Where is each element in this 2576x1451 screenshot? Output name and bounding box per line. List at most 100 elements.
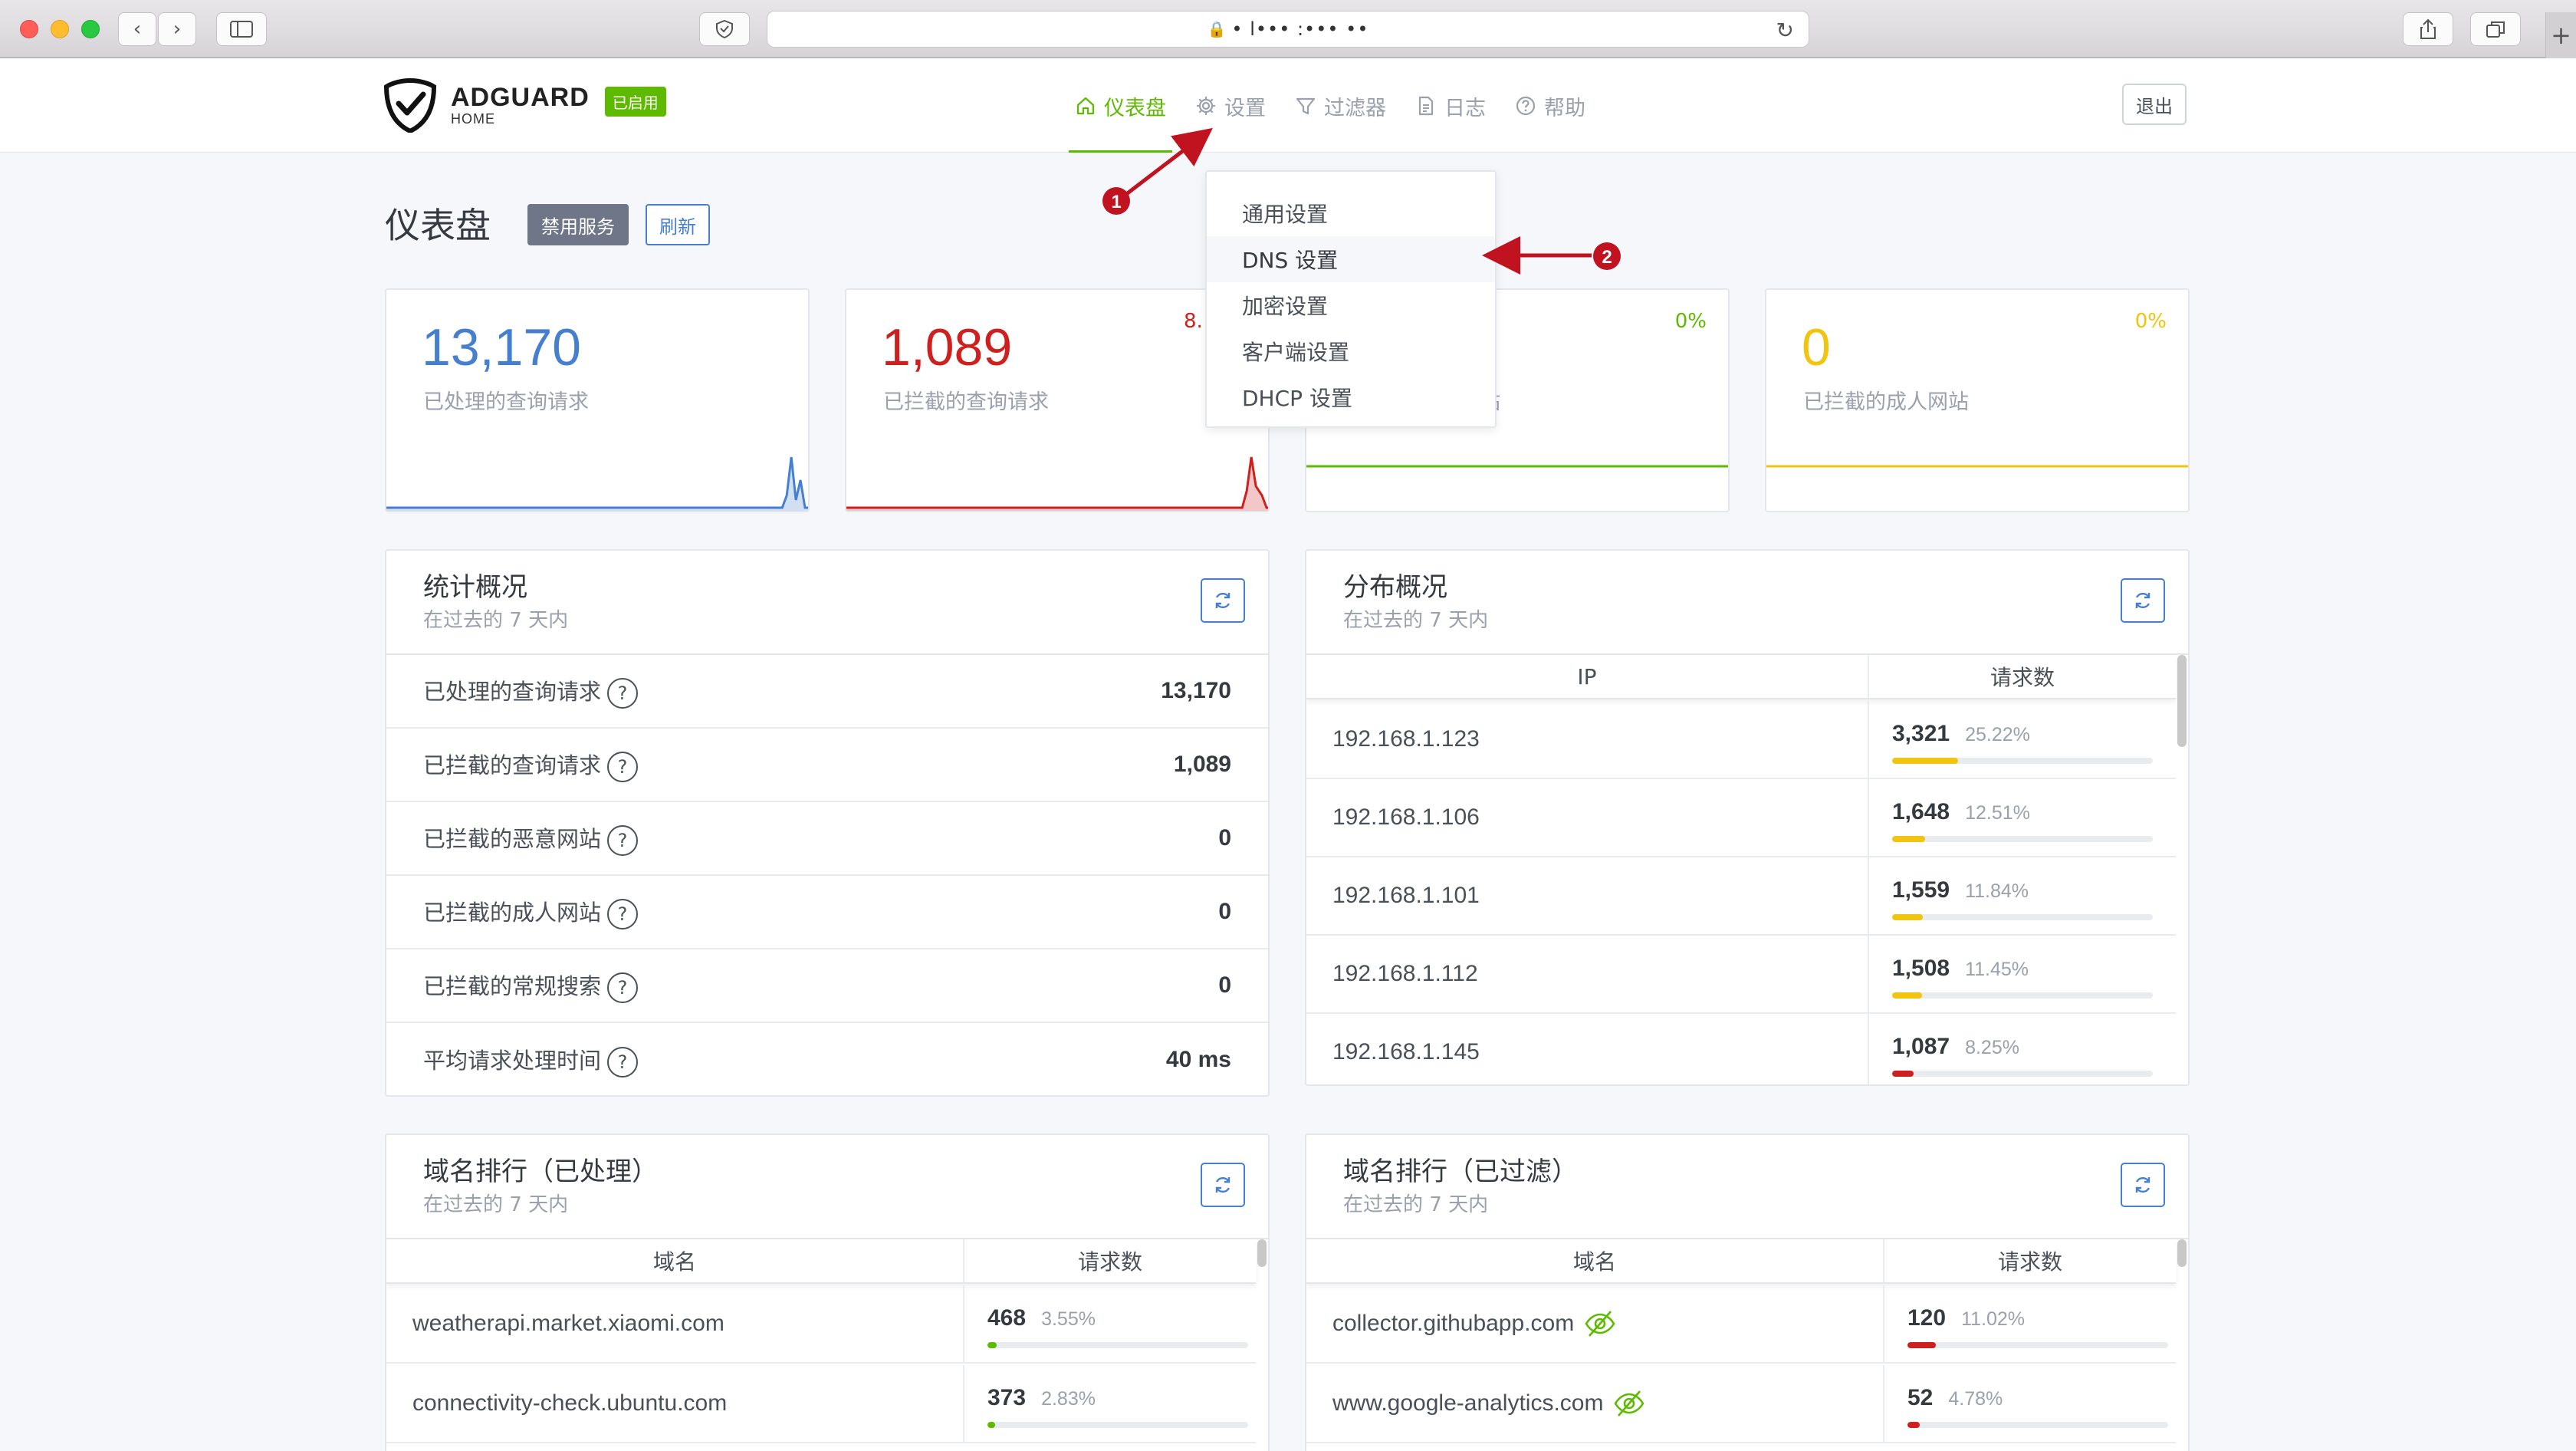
column-header-count[interactable]: 请求数 (1868, 655, 2176, 698)
column-header-ip[interactable]: IP (1306, 655, 1868, 698)
progress-bar (1907, 1342, 2168, 1348)
malware-sparkline (1306, 465, 1728, 468)
nav-filters-label: 过滤器 (1324, 96, 1386, 120)
url-text: • l••• :••• •• (1231, 18, 1369, 40)
stat-row: 已拦截的常规搜索? 0 (386, 949, 1268, 1023)
question-icon[interactable]: ? (607, 972, 639, 1003)
share-button[interactable] (2403, 12, 2453, 46)
scrollbar[interactable] (2177, 655, 2187, 747)
card-refresh-button[interactable] (1201, 1163, 1245, 1207)
stat-row-value: 0 (1218, 972, 1231, 998)
menu-item-dns-settings[interactable]: DNS 设置 (1207, 236, 1495, 282)
progress-fill (987, 1342, 997, 1348)
table-header: 域名 请求数 (386, 1239, 1256, 1284)
ip-cell: 192.168.1.123 (1332, 726, 1480, 752)
stat-value: 13,170 (422, 318, 581, 377)
domain-cell: collector.githubapp.com (1306, 1285, 1883, 1362)
progress-bar (1892, 914, 2153, 920)
stat-row-label: 已拦截的恶意网站 (423, 825, 602, 852)
zoom-window-button[interactable] (81, 20, 100, 38)
logo-name: ADGUARD (451, 82, 590, 112)
refresh-button[interactable]: 刷新 (646, 204, 710, 245)
table-row: 192.168.1.106 1,648 12.51% (1306, 779, 2176, 857)
unblock-eye-icon[interactable] (1612, 1387, 1646, 1420)
progress-fill (1907, 1342, 1937, 1348)
reload-icon[interactable]: ↻ (1776, 18, 1795, 43)
stat-row-value: 13,170 (1161, 678, 1231, 703)
column-header-count[interactable]: 请求数 (963, 1239, 1256, 1282)
annotation-number-2: 2 (1602, 247, 1612, 268)
back-button[interactable]: ‹ (118, 12, 156, 46)
card-refresh-button[interactable] (2121, 1163, 2165, 1207)
column-header-domain[interactable]: 域名 (1306, 1239, 1883, 1282)
progress-bar (987, 1422, 1248, 1428)
question-icon[interactable]: ? (607, 898, 639, 929)
question-icon[interactable]: ? (607, 824, 639, 856)
annotation-marker-2 (1593, 242, 1621, 270)
adult-sparkline (1766, 465, 2188, 468)
ip-cell: 192.168.1.101 (1332, 883, 1480, 908)
domain-name: collector.githubapp.com (1332, 1311, 1575, 1336)
stat-label: 已拦截的查询请求 (883, 390, 1049, 414)
minimize-window-button[interactable] (51, 20, 69, 38)
document-icon (1418, 96, 1434, 116)
nav-dashboard[interactable]: 仪表盘 (1066, 59, 1175, 153)
tabs-icon (2486, 21, 2505, 38)
column-header-domain[interactable]: 域名 (386, 1239, 963, 1282)
stat-row-label: 已拦截的常规搜索 (423, 972, 602, 999)
logout-button[interactable]: 退出 (2122, 84, 2187, 125)
question-icon[interactable]: ? (607, 751, 639, 782)
menu-item-client-settings[interactable]: 客户端设置 (1207, 328, 1495, 374)
stat-row-label: 平均请求处理时间 (423, 1047, 602, 1074)
domain-cell: www.google-analytics.com (1306, 1365, 1883, 1442)
stat-row: 已拦截的恶意网站? 0 (386, 802, 1268, 876)
card-refresh-button[interactable] (2121, 578, 2165, 623)
domain-cell: weatherapi.market.xiaomi.com (412, 1311, 724, 1336)
stat-percent: 8. (1184, 310, 1203, 333)
progress-bar (987, 1342, 1248, 1348)
table-header: 域名 请求数 (1306, 1239, 2176, 1284)
stat-row-label: 已处理的查询请求 (423, 678, 602, 705)
annotation-number-1: 1 (1111, 192, 1121, 212)
new-tab-button[interactable]: + (2545, 12, 2576, 58)
logo-subtitle: HOME (451, 110, 495, 127)
progress-fill (1892, 836, 1925, 842)
scrollbar[interactable] (1257, 1239, 1267, 1267)
card-refresh-button[interactable] (1201, 578, 1245, 623)
count-value: 52 (1907, 1385, 1934, 1410)
queries-sparkline (386, 456, 808, 511)
stat-row-label: 已拦截的查询请求 (423, 752, 602, 778)
count-value: 120 (1907, 1305, 1947, 1331)
tabs-overview-button[interactable] (2470, 12, 2521, 46)
menu-item-general-settings[interactable]: 通用设置 (1207, 190, 1495, 236)
scrollbar[interactable] (2177, 1239, 2187, 1267)
table-row: collector.githubapp.com 120 11.02% (1306, 1285, 2176, 1364)
logo[interactable]: ADGUARD HOME 已启用 (383, 77, 666, 133)
unblock-eye-icon[interactable] (1583, 1307, 1617, 1341)
stat-row: 已拦截的成人网站? 0 (386, 876, 1268, 949)
card-title: 分布概况 (1343, 572, 1447, 603)
table-row: 192.168.1.145 1,087 8.25% (1306, 1014, 2176, 1084)
app-header: ADGUARD HOME 已启用 仪表盘 设置 过滤器 日志 帮助 退出 (0, 59, 2576, 153)
progress-bar (1892, 1071, 2153, 1077)
nav-help[interactable]: 帮助 (1506, 59, 1595, 153)
nav-filters[interactable]: 过滤器 (1286, 59, 1395, 153)
progress-bar (1892, 992, 2153, 999)
nav-settings[interactable]: 设置 (1186, 59, 1275, 153)
address-bar[interactable]: 🔒 • l••• :••• •• ↻ (767, 11, 1809, 48)
privacy-shield-button[interactable] (699, 12, 750, 46)
close-window-button[interactable] (20, 20, 38, 38)
disable-protection-button[interactable]: 禁用服务 (527, 204, 629, 245)
sidebar-toggle-button[interactable] (216, 12, 267, 46)
menu-item-dhcp-settings[interactable]: DHCP 设置 (1207, 374, 1495, 420)
card-subtitle: 在过去的 7 天内 (1343, 609, 1489, 632)
nav-logs[interactable]: 日志 (1406, 59, 1495, 153)
stat-row-value: 1,089 (1173, 752, 1231, 777)
menu-item-encryption-settings[interactable]: 加密设置 (1207, 282, 1495, 328)
count-value: 1,508 (1892, 956, 1950, 981)
column-header-count[interactable]: 请求数 (1883, 1239, 2176, 1282)
question-icon[interactable]: ? (607, 1046, 639, 1078)
question-icon[interactable]: ? (607, 677, 639, 709)
forward-button[interactable]: › (158, 12, 196, 46)
stat-row-label: 已拦截的成人网站 (423, 899, 602, 926)
